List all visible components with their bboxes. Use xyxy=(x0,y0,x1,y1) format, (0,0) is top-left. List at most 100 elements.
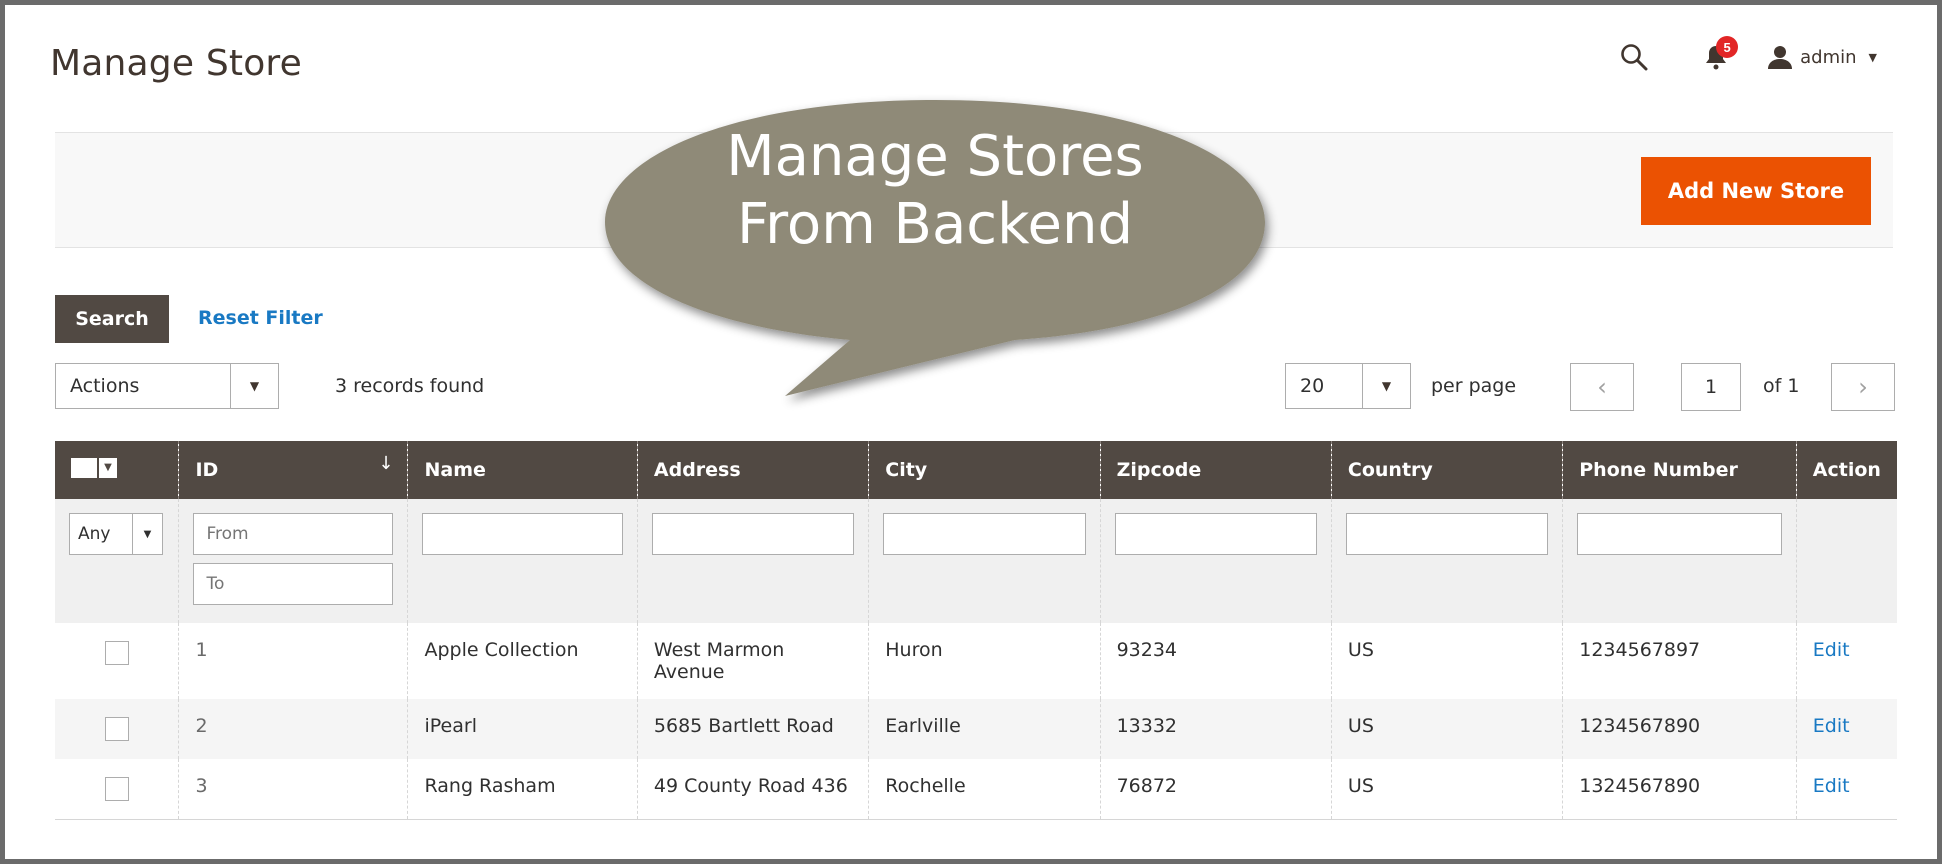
filter-row: Any ▼ xyxy=(55,499,1897,623)
previous-page-button[interactable]: ‹ xyxy=(1570,363,1634,411)
mass-actions-select[interactable]: Actions ▼ xyxy=(55,363,279,409)
reset-filter-link[interactable]: Reset Filter xyxy=(198,307,323,329)
column-header-address[interactable]: Address xyxy=(636,441,869,499)
cell-zipcode: 93234 xyxy=(1099,623,1332,699)
column-header-city[interactable]: City xyxy=(868,441,1101,499)
next-page-button[interactable]: › xyxy=(1831,363,1895,411)
chevron-down-icon: ▼ xyxy=(1362,364,1410,408)
mass-select-control[interactable]: ▼ xyxy=(71,457,117,478)
header-actions: 5 admin ▼ xyxy=(1620,36,1877,71)
column-header-country[interactable]: Country xyxy=(1330,441,1563,499)
grid-header-row: ▼ ID ↓ Name Address City Zipcode Country … xyxy=(55,441,1897,499)
page-frame: Manage Store 5 admin ▼ Add New Store Sea… xyxy=(0,0,1942,864)
row-checkbox-cell xyxy=(55,623,179,699)
country-filter-input[interactable] xyxy=(1345,513,1549,555)
filter-cell-country xyxy=(1330,499,1563,623)
any-select-value: Any xyxy=(78,524,111,544)
stores-grid: ▼ ID ↓ Name Address City Zipcode Country … xyxy=(55,441,1897,820)
column-label: Action xyxy=(1812,459,1881,481)
per-page-select[interactable]: 20 ▼ xyxy=(1285,363,1411,409)
cell-country: US xyxy=(1330,759,1563,820)
row-checkbox[interactable] xyxy=(104,717,129,741)
city-filter-input[interactable] xyxy=(883,513,1086,555)
column-header-name[interactable]: Name xyxy=(407,441,638,499)
name-filter-input[interactable] xyxy=(422,513,623,555)
user-menu[interactable]: admin ▼ xyxy=(1768,45,1877,69)
cell-country: US xyxy=(1330,623,1563,699)
id-to-input[interactable] xyxy=(193,563,394,605)
cell-id: 3 xyxy=(178,759,408,820)
user-name: admin xyxy=(1800,46,1857,68)
edit-link[interactable]: Edit xyxy=(1813,775,1850,797)
cell-city: Rochelle xyxy=(868,759,1101,820)
search-icon[interactable] xyxy=(1620,43,1648,71)
edit-link[interactable]: Edit xyxy=(1813,639,1850,661)
row-checkbox[interactable] xyxy=(104,641,129,665)
row-checkbox-cell xyxy=(55,759,179,820)
cell-country: US xyxy=(1330,699,1563,759)
phone-filter-input[interactable] xyxy=(1577,513,1782,555)
column-header-id[interactable]: ID ↓ xyxy=(178,441,408,499)
row-checkbox-cell xyxy=(55,699,179,759)
chevron-left-icon: ‹ xyxy=(1597,373,1607,401)
row-checkbox[interactable] xyxy=(104,777,129,801)
cell-action: Edit xyxy=(1795,623,1897,699)
column-label: Address xyxy=(653,459,741,481)
notifications-button[interactable]: 5 xyxy=(1704,36,1739,70)
mass-select-checkbox[interactable] xyxy=(71,457,97,478)
add-new-store-button[interactable]: Add New Store xyxy=(1641,157,1871,225)
callout-line-2: From Backend xyxy=(737,192,1133,257)
cell-action: Edit xyxy=(1795,699,1897,759)
per-page-value: 20 xyxy=(1300,375,1325,397)
filter-cell-zipcode xyxy=(1099,499,1332,623)
cell-address: 5685 Bartlett Road xyxy=(636,699,869,759)
edit-link[interactable]: Edit xyxy=(1813,715,1850,737)
chevron-right-icon: › xyxy=(1858,373,1868,401)
chevron-down-icon: ▼ xyxy=(97,457,117,478)
search-button[interactable]: Search xyxy=(55,295,169,343)
current-page-input[interactable] xyxy=(1681,363,1741,411)
mass-select-header[interactable]: ▼ xyxy=(55,441,179,499)
cell-zipcode: 76872 xyxy=(1099,759,1332,820)
column-label: Name xyxy=(424,459,486,481)
cell-id: 2 xyxy=(178,699,408,759)
column-header-action: Action xyxy=(1795,441,1897,499)
filter-cell-name xyxy=(407,499,638,623)
column-header-phone[interactable]: Phone Number xyxy=(1562,441,1797,499)
column-label: Country xyxy=(1347,459,1433,481)
column-label: Phone Number xyxy=(1579,459,1738,481)
cell-phone: 1234567897 xyxy=(1562,623,1797,699)
address-filter-input[interactable] xyxy=(651,513,855,555)
cell-zipcode: 13332 xyxy=(1099,699,1332,759)
cell-name: Apple Collection xyxy=(407,623,638,699)
filter-cell-id xyxy=(178,499,408,623)
filter-cell-phone xyxy=(1562,499,1797,623)
column-label: Zipcode xyxy=(1116,459,1202,481)
filter-cell-address xyxy=(636,499,869,623)
column-header-zipcode[interactable]: Zipcode xyxy=(1099,441,1332,499)
callout-line-1: Manage Stores xyxy=(726,124,1144,189)
mass-actions-value: Actions xyxy=(70,375,140,397)
sort-down-icon: ↓ xyxy=(378,453,394,474)
cell-address: 49 County Road 436 xyxy=(636,759,869,820)
table-row: 1 Apple Collection West Marmon Avenue Hu… xyxy=(55,623,1897,699)
zipcode-filter-input[interactable] xyxy=(1114,513,1317,555)
records-found: 3 records found xyxy=(335,375,485,397)
cell-action: Edit xyxy=(1795,759,1897,820)
filter-cell-select: Any ▼ xyxy=(55,499,179,623)
id-from-input[interactable] xyxy=(193,513,394,555)
chevron-down-icon: ▼ xyxy=(132,514,162,554)
table-row: 3 Rang Rasham 49 County Road 436 Rochell… xyxy=(55,759,1897,820)
user-icon xyxy=(1768,46,1793,69)
notification-badge: 5 xyxy=(1716,36,1739,58)
column-label: ID xyxy=(195,459,219,481)
cell-phone: 1324567890 xyxy=(1562,759,1797,820)
cell-address: West Marmon Avenue xyxy=(636,623,869,699)
cell-id: 1 xyxy=(178,623,408,699)
chevron-down-icon: ▼ xyxy=(1868,50,1877,64)
any-select[interactable]: Any ▼ xyxy=(69,513,163,555)
total-pages-label: of 1 xyxy=(1763,375,1800,397)
filter-cell-city xyxy=(868,499,1101,623)
cell-city: Earlville xyxy=(868,699,1101,759)
cell-phone: 1234567890 xyxy=(1562,699,1797,759)
